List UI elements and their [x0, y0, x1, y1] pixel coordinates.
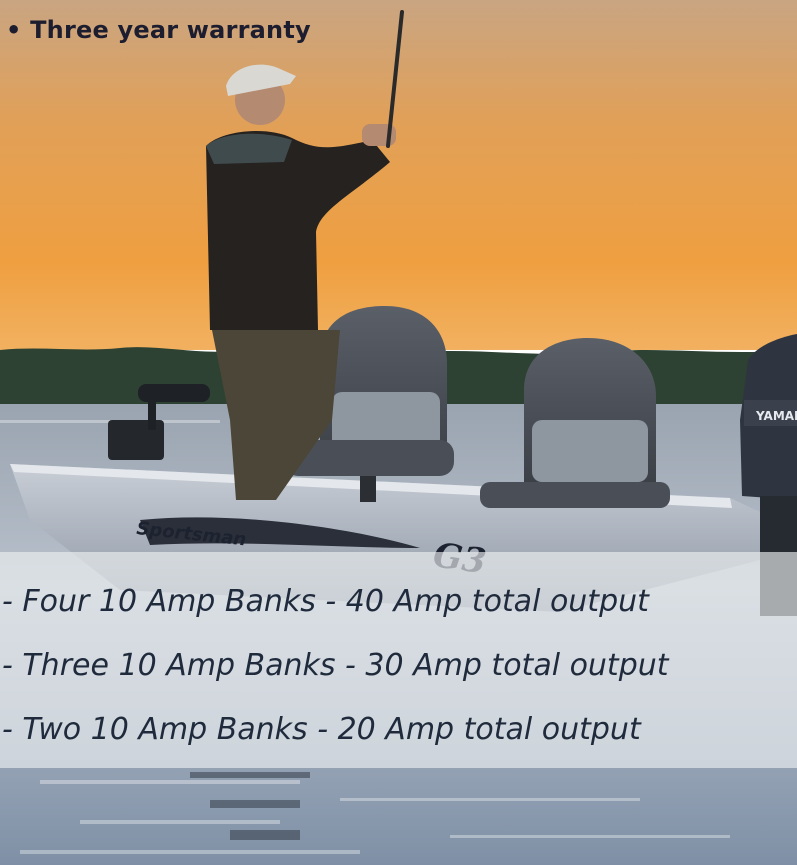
output-option-three-banks: - Three 10 Amp Banks - 30 Amp total outp…: [2, 648, 669, 683]
engine-brand-logo: YAMAHA: [755, 409, 797, 423]
warranty-line: • Three year warranty: [6, 16, 311, 44]
output-option-two-banks: - Two 10 Amp Banks - 20 Amp total output: [2, 712, 641, 747]
output-option-four-banks: - Four 10 Amp Banks - 40 Amp total outpu…: [2, 584, 649, 619]
output-options-list: - Four 10 Amp Banks - 40 Amp total outpu…: [0, 570, 797, 762]
